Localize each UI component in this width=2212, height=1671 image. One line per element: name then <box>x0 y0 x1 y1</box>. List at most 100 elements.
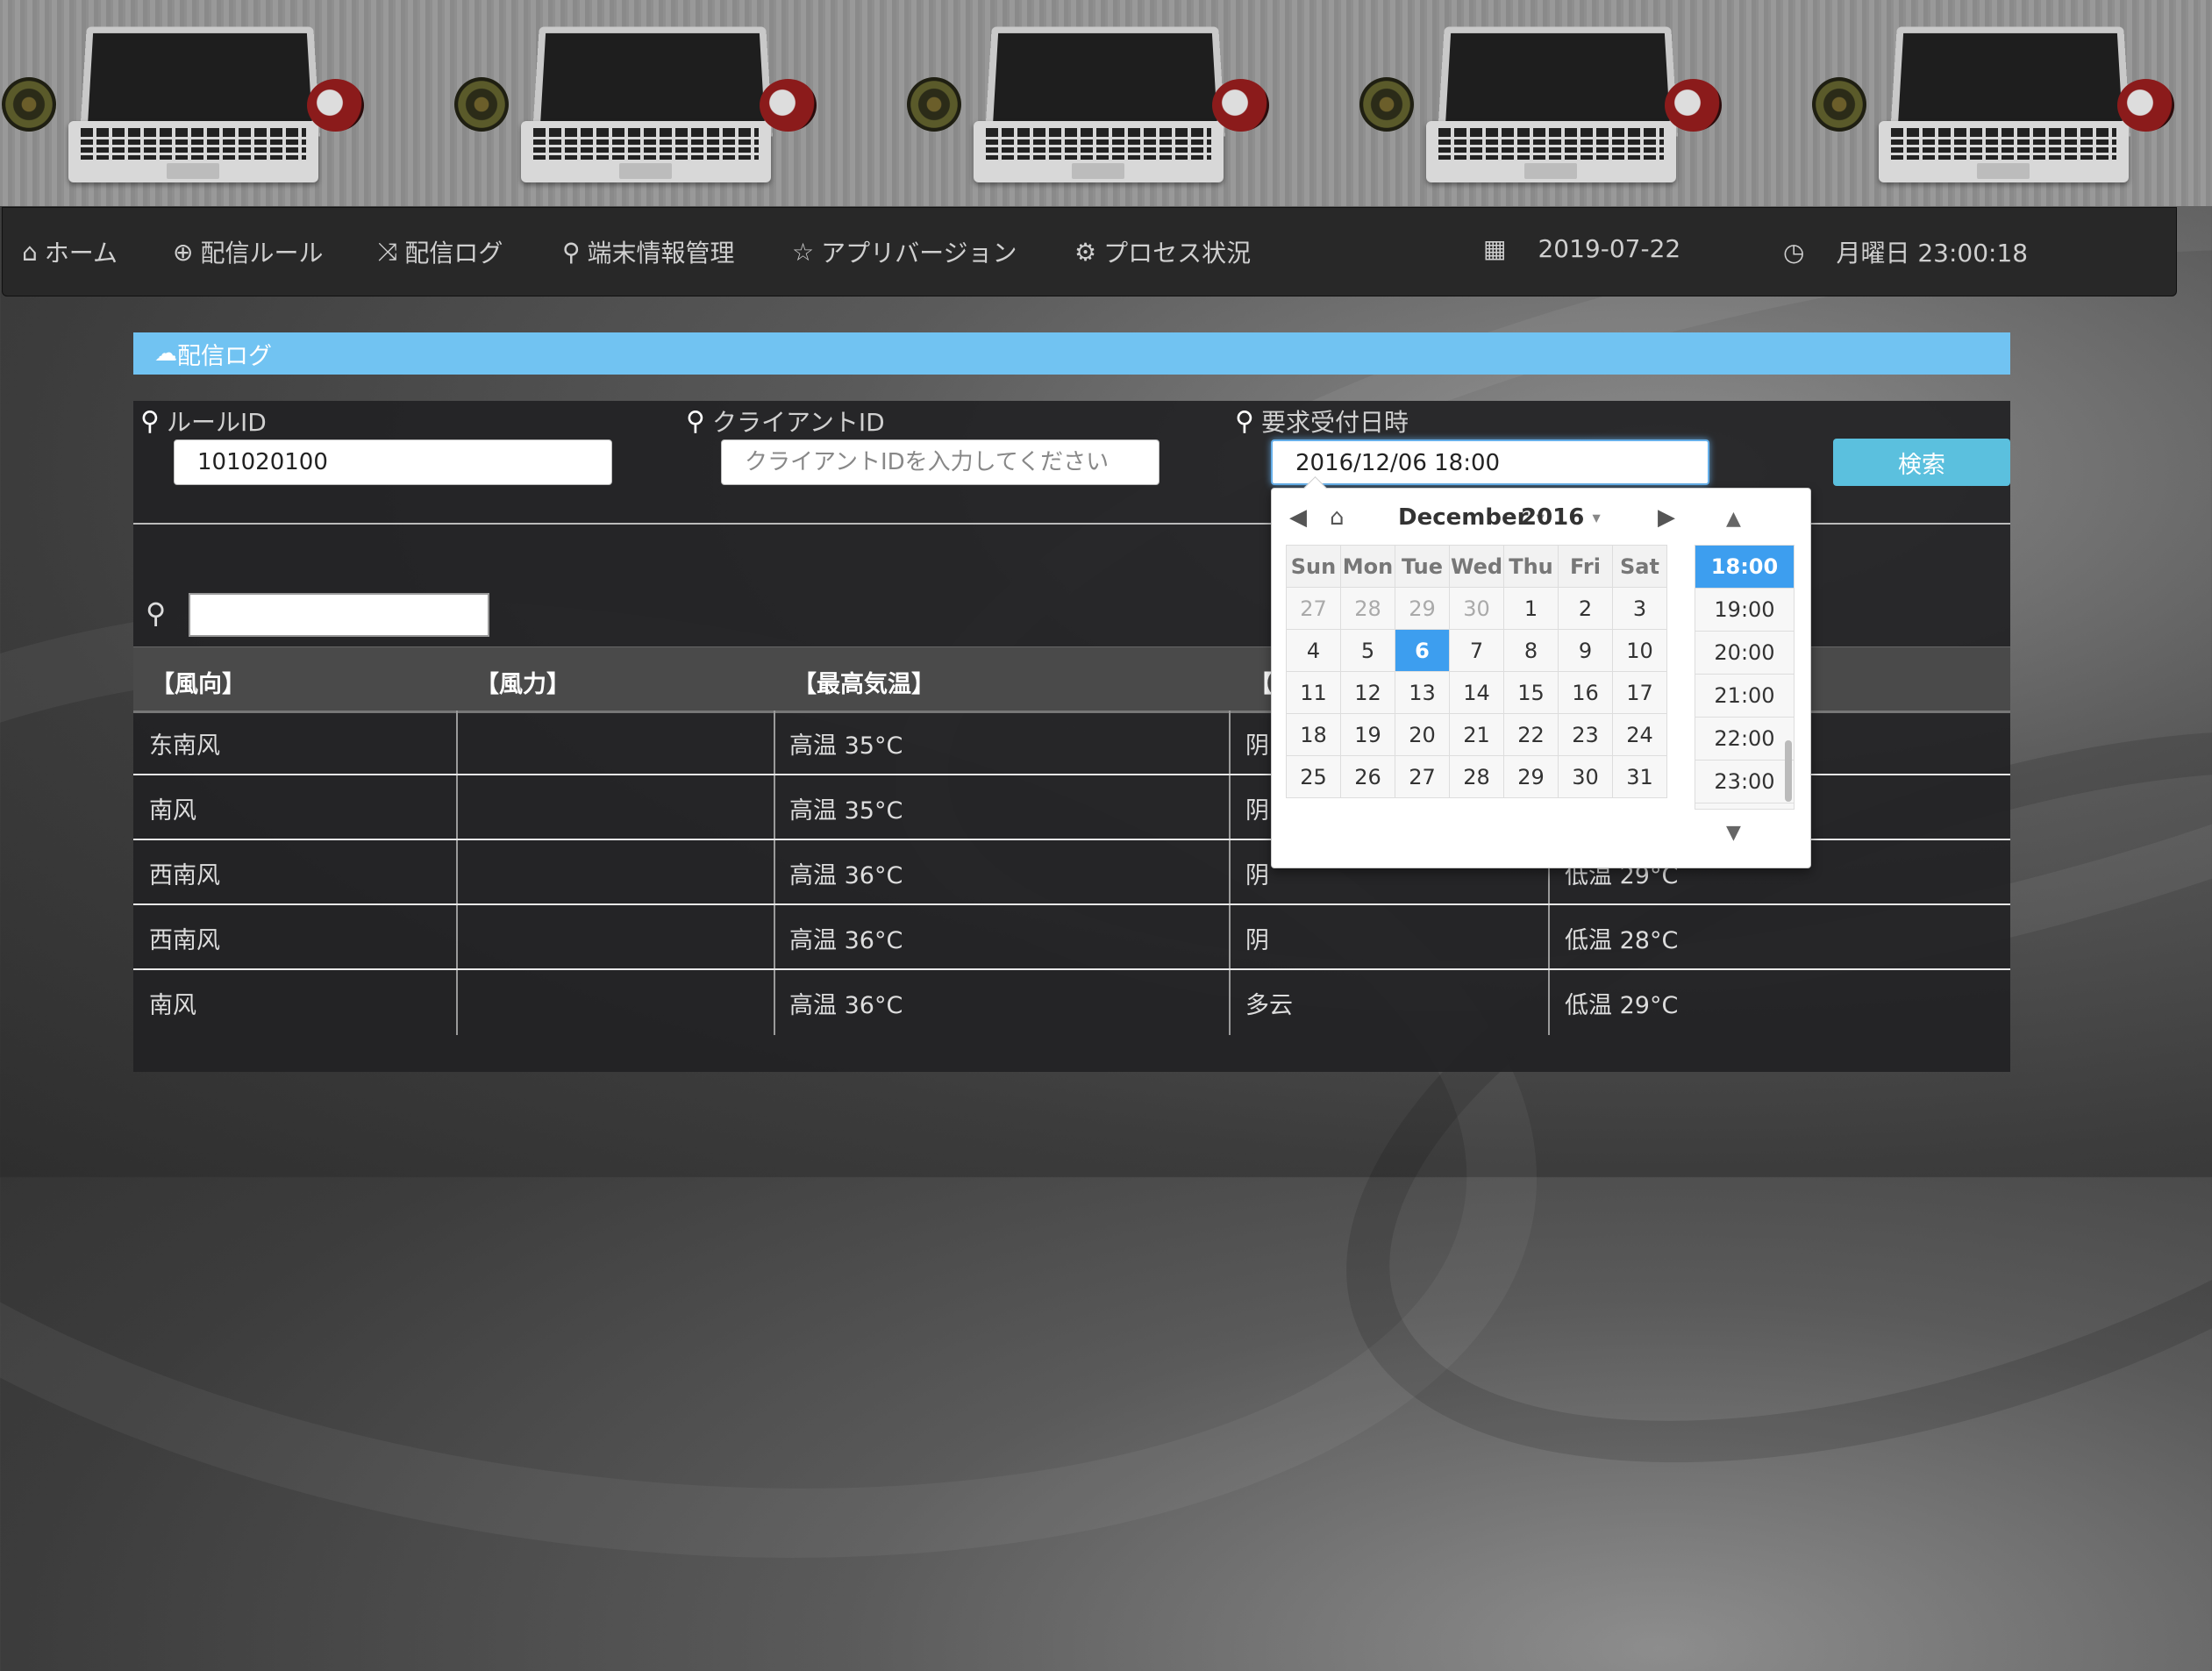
table-row[interactable]: 西南风 高温 36°C 阴 低温 28°C <box>133 905 2010 970</box>
calendar-day[interactable]: 31 <box>1612 755 1667 798</box>
panel-title: 配信ログ <box>177 342 272 370</box>
calendar-day[interactable]: 15 <box>1503 671 1559 714</box>
calendar-day[interactable]: 12 <box>1340 671 1395 714</box>
table-row[interactable]: 南风 高温 36°C 多云 低温 29°C <box>133 970 2010 1035</box>
calendar-day[interactable]: 3 <box>1612 587 1667 630</box>
weekday-header: Fri <box>1558 545 1613 588</box>
cell-weather: 阴 <box>1245 797 1269 825</box>
calendar-day[interactable]: 17 <box>1612 671 1667 714</box>
calendar-day[interactable]: 27 <box>1286 587 1341 630</box>
weekday-header: Tue <box>1395 545 1450 588</box>
search-icon: ⚲ <box>1235 405 1254 437</box>
calendar-day[interactable]: 7 <box>1449 629 1504 672</box>
calendar-day[interactable]: 24 <box>1612 713 1667 756</box>
nav-device-info[interactable]: ⚲ 端末情報管理 <box>562 234 735 269</box>
weekday-header: Sat <box>1612 545 1667 588</box>
calendar-day[interactable]: 21 <box>1449 713 1504 756</box>
rule-id-input[interactable]: 101020100 <box>174 439 612 485</box>
nav-process-status[interactable]: ⚙ プロセス状況 <box>1074 234 1251 269</box>
request-time-input[interactable]: 2016/12/06 18:00 <box>1271 439 1709 485</box>
calendar-day[interactable]: 29 <box>1395 587 1450 630</box>
calendar-day[interactable]: 19 <box>1340 713 1395 756</box>
search-icon: ⚲ <box>140 405 160 437</box>
cell-wind-direction: 西南风 <box>149 862 220 889</box>
calendar-day[interactable]: 28 <box>1340 587 1395 630</box>
calendar-day[interactable]: 30 <box>1449 587 1504 630</box>
next-month-icon[interactable]: ▶ <box>1658 504 1675 531</box>
time-list-scrollbar[interactable] <box>1785 740 1792 802</box>
year-select[interactable]: 2016 ▼ <box>1521 504 1601 531</box>
nav-app-version[interactable]: ☆ アプリバージョン <box>792 234 1017 269</box>
calendar-day[interactable]: 10 <box>1612 629 1667 672</box>
calendar-day[interactable]: 9 <box>1558 629 1613 672</box>
calendar-day[interactable]: 14 <box>1449 671 1504 714</box>
calendar-day[interactable]: 23 <box>1558 713 1613 756</box>
time-option-selected[interactable]: 18:00 <box>1695 546 1794 589</box>
time-option[interactable]: 22:00 <box>1695 718 1794 761</box>
calendar-day[interactable]: 2 <box>1558 587 1613 630</box>
time-option[interactable]: 20:00 <box>1695 632 1794 675</box>
calendar-day[interactable]: 11 <box>1286 671 1341 714</box>
client-id-label: ⚲ クライアントID <box>686 405 885 438</box>
time-scroll-down-icon[interactable]: ▼ <box>1726 822 1741 844</box>
gear-icon: ⚙ <box>1074 237 1097 267</box>
calendar-day[interactable]: 30 <box>1558 755 1613 798</box>
rule-id-label: ⚲ ルールID <box>140 405 267 438</box>
calendar-day-selected[interactable]: 6 <box>1395 629 1450 672</box>
time-option[interactable]: 23:00 <box>1695 761 1794 803</box>
column-header-wind-force[interactable]: 【風力】 <box>475 665 570 699</box>
home-icon: ⌂ <box>22 237 38 267</box>
cell-weather: 阴 <box>1245 862 1269 889</box>
cell-max-temp: 高温 35°C <box>789 732 903 760</box>
nav-clock: ◷ 月曜日 23:00:18 <box>1783 234 2028 269</box>
calendar-day[interactable]: 1 <box>1503 587 1559 630</box>
current-date: 2019-07-22 <box>1538 234 1681 263</box>
panel-header: ☁ 配信ログ <box>133 332 2010 375</box>
time-list: 18:00 19:00 20:00 21:00 22:00 23:00 <box>1695 545 1795 810</box>
client-id-input[interactable]: クライアントIDを入力してください <box>721 439 1160 485</box>
calendar-day[interactable]: 4 <box>1286 629 1341 672</box>
today-home-icon[interactable]: ⌂ <box>1330 504 1345 531</box>
calendar-day[interactable]: 20 <box>1395 713 1450 756</box>
cell-max-temp: 高温 36°C <box>789 927 903 954</box>
search-button[interactable]: 検索 <box>1833 439 2010 486</box>
search-icon: ⚲ <box>686 405 705 437</box>
time-scroll-up-icon[interactable]: ▲ <box>1726 508 1741 530</box>
nav-delivery-rules[interactable]: ⊕ 配信ルール <box>173 234 323 269</box>
table-filter-input[interactable] <box>189 593 489 637</box>
datetime-picker: ◀ ⌂ December ▼ 2016 ▼ ▶ Sun Mon Tue Wed … <box>1271 488 1811 868</box>
shuffle-icon: ⤨ <box>378 237 398 266</box>
request-time-label: ⚲ 要求受付日時 <box>1235 405 1409 438</box>
calendar-day[interactable]: 16 <box>1558 671 1613 714</box>
cell-weather: 阴 <box>1245 732 1269 760</box>
cell-min-temp: 低温 29°C <box>1565 992 1679 1019</box>
nav-home[interactable]: ⌂ ホーム <box>22 234 118 269</box>
nav-delivery-log[interactable]: ⤨ 配信ログ <box>378 234 503 269</box>
calendar-day[interactable]: 26 <box>1340 755 1395 798</box>
calendar-day[interactable]: 25 <box>1286 755 1341 798</box>
calendar-day[interactable]: 22 <box>1503 713 1559 756</box>
time-option[interactable]: 19:00 <box>1695 589 1794 632</box>
column-header-weather[interactable]: 【 <box>1249 665 1273 699</box>
column-header-wind-direction[interactable]: 【風向】 <box>151 665 246 699</box>
calendar-header: ◀ ⌂ December ▼ 2016 ▼ ▶ <box>1289 501 1675 536</box>
weekday-header: Thu <box>1503 545 1559 588</box>
calendar-day[interactable]: 13 <box>1395 671 1450 714</box>
calendar-day[interactable]: 5 <box>1340 629 1395 672</box>
calendar-day[interactable]: 8 <box>1503 629 1559 672</box>
calendar-icon: ▦ <box>1483 234 1507 263</box>
weekday-header: Wed <box>1449 545 1504 588</box>
time-option[interactable]: 21:00 <box>1695 675 1794 718</box>
previous-month-icon[interactable]: ◀ <box>1289 504 1307 531</box>
calendar-day[interactable]: 29 <box>1503 755 1559 798</box>
search-icon: ⚲ <box>562 237 581 267</box>
calendar-day[interactable]: 28 <box>1449 755 1504 798</box>
calendar-day[interactable]: 27 <box>1395 755 1450 798</box>
column-header-max-temp[interactable]: 【最高気温】 <box>793 665 935 699</box>
current-time: 月曜日 23:00:18 <box>1836 239 2029 268</box>
calendar-day[interactable]: 18 <box>1286 713 1341 756</box>
header-banner-image <box>0 0 2212 206</box>
nav-date: ▦ 2019-07-22 <box>1483 234 1680 263</box>
cell-wind-direction: 西南风 <box>149 927 220 954</box>
top-navbar: ⌂ ホーム ⊕ 配信ルール ⤨ 配信ログ ⚲ 端末情報管理 ☆ アプリバージョン ⚙ プロセ… <box>2 207 2177 296</box>
